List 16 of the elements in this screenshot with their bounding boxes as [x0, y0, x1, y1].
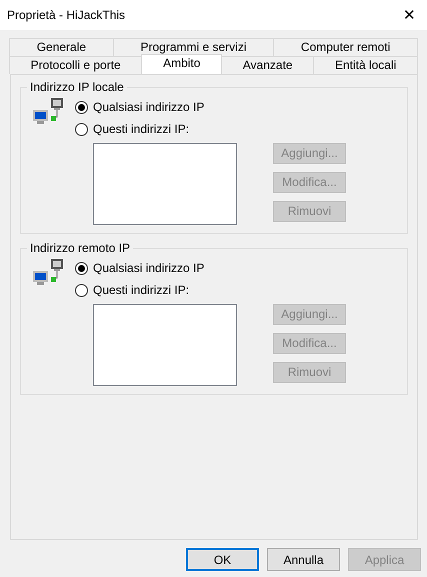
tab[interactable]: Ambito: [141, 54, 222, 74]
tab[interactable]: Protocolli e porte: [9, 56, 142, 74]
radio-option[interactable]: Qualsiasi indirizzo IP: [75, 257, 204, 279]
ip-list-box[interactable]: [93, 304, 237, 386]
ok-button[interactable]: OK: [186, 548, 259, 571]
ip-list-box[interactable]: [93, 143, 237, 225]
radio-option[interactable]: Questi indirizzi IP:: [75, 279, 204, 301]
tab[interactable]: Generale: [9, 38, 114, 56]
tab[interactable]: Entità locali: [313, 56, 418, 74]
radio-option[interactable]: Qualsiasi indirizzo IP: [75, 96, 204, 118]
radio-option[interactable]: Questi indirizzi IP:: [75, 118, 204, 140]
tab[interactable]: Computer remoti: [273, 38, 418, 56]
close-button[interactable]: ✕: [400, 8, 419, 22]
window-title: Proprietà - HiJackThis: [7, 7, 126, 24]
cancel-button[interactable]: Annulla: [267, 548, 340, 571]
tab[interactable]: Programmi e servizi: [112, 38, 274, 56]
